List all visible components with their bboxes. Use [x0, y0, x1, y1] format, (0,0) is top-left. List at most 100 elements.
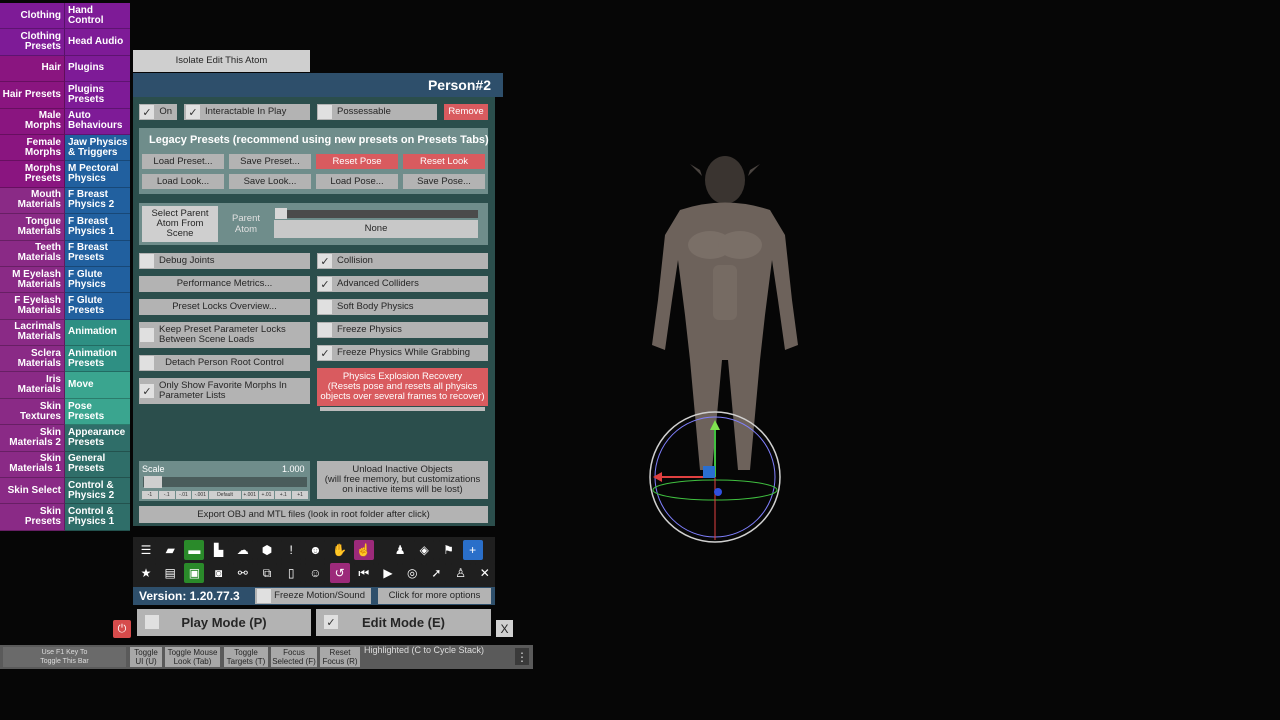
tab-plugins[interactable]: Plugins — [65, 55, 130, 83]
hand-point-icon[interactable]: ☝ — [353, 540, 374, 560]
tab-appearance-presets[interactable]: Appearance Presets — [65, 425, 130, 452]
package-icon[interactable]: ⬢ — [257, 540, 277, 560]
freeze-while-grabbing-checkbox[interactable]: ✓ — [318, 346, 332, 360]
preset-locks-button[interactable]: Preset Locks Overview... — [139, 299, 310, 315]
target-icon[interactable]: ◎ — [402, 563, 423, 583]
freeze-physics-checkbox[interactable] — [318, 323, 332, 337]
character-model[interactable] — [652, 156, 798, 470]
scale-step-button[interactable]: +.1 — [275, 491, 292, 499]
tab-male-morphs[interactable]: Male Morphs — [0, 108, 65, 135]
scale-step-button[interactable]: +1 — [292, 491, 308, 499]
camera-icon[interactable]: ◙ — [208, 563, 229, 583]
people-icon[interactable]: ♙ — [450, 563, 471, 583]
tab-clothing-presets[interactable]: Clothing Presets — [0, 29, 65, 56]
possessable-toggle[interactable]: Possessable — [317, 104, 437, 120]
collision-toggle[interactable]: Collision — [317, 253, 488, 269]
undo-icon[interactable]: ↺ — [329, 563, 350, 583]
tab-skin-presets[interactable]: Skin Presets — [0, 504, 65, 531]
on-checkbox[interactable]: ✓ — [140, 105, 154, 119]
tab-skin-materials-2[interactable]: Skin Materials 2 — [0, 425, 65, 452]
tab-f-breast-presets[interactable]: F Breast Presets — [65, 240, 130, 267]
tab-sclera-materials[interactable]: Sclera Materials — [0, 346, 65, 373]
debug-joints-checkbox[interactable] — [140, 254, 154, 268]
tab-animation[interactable]: Animation — [65, 319, 130, 347]
tools-icon[interactable]: ✕ — [474, 563, 495, 583]
reset-focus-button[interactable]: Reset Focus (R) — [320, 647, 360, 667]
tab-head-audio[interactable]: Head Audio — [65, 29, 130, 56]
scale-step-button[interactable]: -1 — [142, 491, 158, 499]
save-look-button[interactable]: Save Look... — [229, 174, 311, 189]
vr-icon[interactable]: ◈ — [414, 540, 435, 560]
detach-root-button[interactable]: Detach Person Root Control — [139, 355, 310, 371]
scale-slider-handle[interactable] — [144, 476, 162, 488]
interactable-toggle[interactable]: Interactable In Play — [184, 104, 310, 120]
interactable-checkbox[interactable]: ✓ — [186, 105, 200, 119]
export-obj-button[interactable]: Export OBJ and MTL files (look in root f… — [139, 506, 488, 523]
tab-pose-presets[interactable]: Pose Presets — [65, 398, 130, 426]
tab-lacrimals-materials[interactable]: Lacrimals Materials — [0, 319, 65, 347]
load-look-button[interactable]: Load Look... — [142, 174, 224, 189]
advanced-colliders-checkbox[interactable]: ✓ — [318, 277, 332, 291]
tab-morphs-presets[interactable]: Morphs Presets — [0, 161, 65, 188]
tab-skin-select[interactable]: Skin Select — [0, 478, 65, 505]
tab-hand-control[interactable]: Hand Control — [65, 3, 130, 30]
cloud-icon[interactable]: ☁ — [232, 540, 253, 560]
person-select-icon[interactable]: ☻ — [305, 540, 326, 560]
keep-locks-checkbox[interactable] — [140, 328, 154, 342]
parent-atom-slider[interactable] — [275, 210, 478, 218]
document-icon[interactable]: ▯ — [281, 563, 302, 583]
toggle-ui-button[interactable]: Toggle UI (U) — [130, 647, 162, 667]
tab-f-glute-physics[interactable]: F Glute Physics — [65, 266, 130, 294]
tab-m-eyelash-materials[interactable]: M Eyelash Materials — [0, 266, 65, 294]
freeze-motion-toggle[interactable]: Freeze Motion/Sound — [255, 588, 371, 604]
tab-teeth-materials[interactable]: Teeth Materials — [0, 240, 65, 267]
scale-step-button[interactable]: +.001 — [241, 491, 258, 499]
load-scene-icon[interactable]: ▤ — [160, 563, 181, 583]
alert-icon[interactable]: ! — [281, 540, 302, 560]
advanced-colliders-toggle[interactable]: Advanced Colliders — [317, 276, 488, 292]
physics-explosion-recovery-button[interactable]: Physics Explosion Recovery (Resets pose … — [317, 368, 488, 406]
save-pose-button[interactable]: Save Pose... — [403, 174, 485, 189]
toggle-mouse-look-button[interactable]: Toggle Mouse Look (Tab) — [165, 647, 220, 667]
save-icon[interactable]: ▙ — [208, 540, 229, 560]
menu-icon[interactable]: ☰ — [136, 540, 156, 560]
scale-step-button[interactable]: -.01 — [175, 491, 192, 499]
star-icon[interactable]: ★ — [136, 563, 156, 583]
play-mode-button[interactable]: Play Mode (P) — [137, 609, 311, 636]
scale-slider[interactable] — [143, 477, 307, 487]
nodes-icon[interactable]: ⚯ — [232, 563, 253, 583]
screenshot-icon[interactable]: ▣ — [184, 563, 205, 583]
only-fav-morphs-checkbox[interactable]: ✓ — [140, 384, 154, 398]
detach-root-checkbox[interactable] — [140, 356, 154, 370]
tab-control-physics-1[interactable]: Control & Physics 1 — [65, 504, 130, 531]
tab-f-breast-physics-2[interactable]: F Breast Physics 2 — [65, 187, 130, 215]
tab-move[interactable]: Move — [65, 372, 130, 399]
tab-female-morphs[interactable]: Female Morphs — [0, 134, 65, 162]
tab-f-breast-physics-1[interactable]: F Breast Physics 1 — [65, 214, 130, 241]
load-pose-button[interactable]: Load Pose... — [316, 174, 398, 189]
edit-mode-button[interactable]: Edit Mode (E) — [316, 609, 491, 636]
select-parent-atom-button[interactable]: Select Parent Atom From Scene — [142, 206, 218, 242]
tab-mouth-materials[interactable]: Mouth Materials — [0, 187, 65, 215]
more-options-button[interactable]: Click for more options — [378, 588, 491, 604]
tab-auto-behaviours[interactable]: Auto Behaviours — [65, 108, 130, 135]
tab-hair-presets[interactable]: Hair Presets — [0, 82, 65, 109]
power-icon[interactable]: ⏻ — [113, 620, 131, 638]
parent-atom-slider-handle[interactable] — [275, 208, 287, 219]
play-icon[interactable]: ▶ — [378, 563, 398, 583]
debug-joints-toggle[interactable]: Debug Joints — [139, 253, 310, 269]
tab-hair[interactable]: Hair — [0, 55, 65, 83]
freeze-motion-checkbox[interactable] — [257, 589, 271, 603]
save-preset-button[interactable]: Save Preset... — [229, 154, 311, 169]
freeze-while-grabbing-toggle[interactable]: Freeze Physics While Grabbing — [317, 345, 488, 361]
tab-clothing[interactable]: Clothing — [0, 3, 65, 30]
scale-step-button[interactable]: +.01 — [258, 491, 275, 499]
hand-icon[interactable]: ✋ — [329, 540, 350, 560]
open-scene-icon[interactable]: ▰ — [160, 540, 181, 560]
scale-step-button[interactable]: Default — [209, 491, 241, 499]
toggle-targets-button[interactable]: Toggle Targets (T) — [224, 647, 268, 667]
tab-f-glute-presets[interactable]: F Glute Presets — [65, 293, 130, 320]
close-button[interactable]: X — [496, 620, 513, 637]
tab-tongue-materials[interactable]: Tongue Materials — [0, 214, 65, 241]
reset-pose-button[interactable]: Reset Pose — [316, 154, 398, 169]
